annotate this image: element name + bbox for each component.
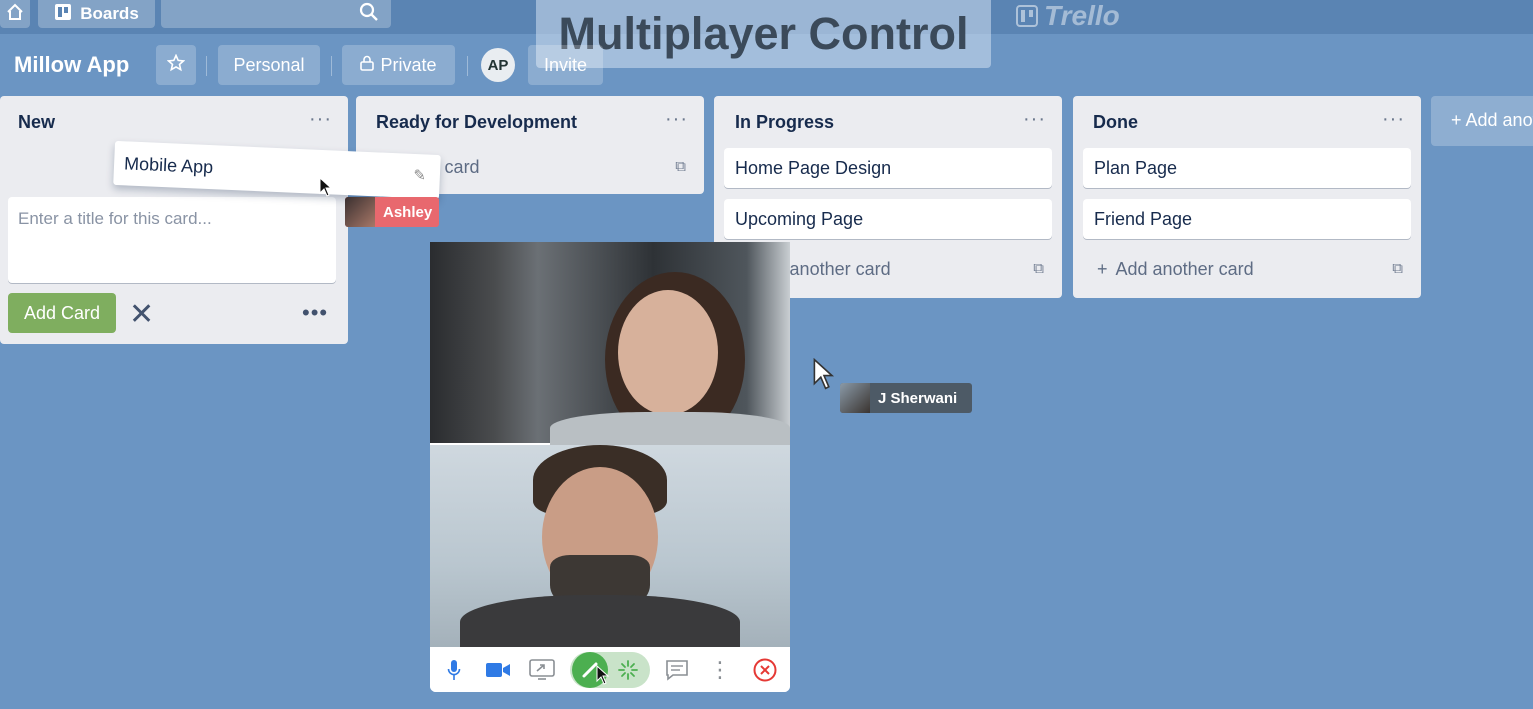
boards-label: Boards: [80, 4, 139, 23]
collaborator-name: Ashley: [383, 203, 433, 221]
list-title: Done: [1093, 112, 1138, 132]
collaborator-avatar: [345, 197, 375, 227]
chat-icon[interactable]: [664, 655, 690, 685]
private-button[interactable]: Private: [342, 45, 455, 85]
more-options-icon[interactable]: •••: [302, 300, 328, 326]
collaborator-name: J Sherwani: [878, 389, 958, 407]
collaborator-tag-j-sherwani: J Sherwani: [840, 383, 972, 413]
card-template-icon[interactable]: ⧉: [1392, 260, 1403, 277]
video-feed-participant-2: [430, 445, 790, 655]
header-divider: [331, 56, 332, 76]
video-call-panel: ⋮: [430, 242, 790, 692]
search-icon: [359, 2, 379, 27]
end-call-icon[interactable]: [752, 655, 778, 685]
add-card-link[interactable]: + Add another card: [1097, 254, 1407, 284]
list-menu-icon[interactable]: ···: [1023, 108, 1046, 131]
call-controls: ⋮: [430, 647, 790, 692]
list-menu-icon[interactable]: ···: [1382, 108, 1405, 131]
add-card-label: Add another card: [1115, 258, 1254, 279]
card-title-input[interactable]: Enter a title for this card...: [8, 197, 336, 283]
header-divider: [467, 56, 468, 76]
participant-shoulders: [460, 595, 740, 655]
boards-icon: [54, 3, 72, 26]
dragging-card-title: Mobile App: [123, 152, 214, 177]
card-template-icon[interactable]: ⧉: [675, 158, 686, 175]
card[interactable]: Friend Page: [1083, 199, 1411, 239]
close-icon[interactable]: ✕: [129, 297, 154, 332]
mouse-cursor: [596, 664, 610, 690]
list-menu-icon[interactable]: ···: [665, 108, 688, 131]
list-title: Ready for Development: [376, 112, 578, 132]
list-done: Done ··· Plan Page Friend Page + Add ano…: [1073, 96, 1421, 298]
star-board-button[interactable]: [156, 45, 196, 85]
video-feed-participant-1: [430, 242, 790, 452]
lock-icon: [360, 55, 375, 76]
personal-button[interactable]: Personal: [218, 45, 320, 85]
invite-button[interactable]: Invite: [528, 45, 603, 85]
add-list-button[interactable]: + Add another list: [1431, 96, 1533, 146]
star-icon: [166, 53, 186, 77]
card[interactable]: Upcoming Page: [724, 199, 1052, 239]
card[interactable]: Home Page Design: [724, 148, 1052, 188]
camera-icon[interactable]: [484, 655, 512, 685]
board-title[interactable]: Millow App: [14, 52, 129, 78]
collaborator-tag-ashley: Ashley: [345, 197, 439, 227]
laser-pointer-icon[interactable]: [616, 655, 640, 685]
plus-icon: +: [1097, 258, 1108, 279]
trello-logo: Trello: [1016, 0, 1120, 32]
home-icon: [6, 3, 24, 26]
add-list-label: + Add another list: [1451, 110, 1533, 130]
card-template-icon[interactable]: ⧉: [1033, 260, 1044, 277]
list-menu-icon[interactable]: ···: [309, 108, 332, 131]
list-title: New: [18, 112, 56, 132]
home-button[interactable]: [0, 0, 30, 28]
participant-face: [618, 290, 718, 415]
trello-wordmark: Trello: [1044, 0, 1120, 31]
list-title: In Progress: [735, 112, 835, 132]
board-header: Millow App Personal Private AP Invite: [0, 44, 700, 86]
header-divider: [206, 56, 207, 76]
more-vertical-icon[interactable]: ⋮: [709, 655, 731, 685]
add-card-button[interactable]: Add Card: [8, 293, 116, 333]
collaborator-avatar: [840, 383, 870, 413]
edit-pencil-icon[interactable]: ✎: [413, 166, 426, 185]
screen-share-icon[interactable]: [528, 655, 556, 685]
search-input[interactable]: [161, 0, 391, 28]
card[interactable]: Plan Page: [1083, 148, 1411, 188]
boards-button[interactable]: Boards: [38, 0, 155, 28]
microphone-icon[interactable]: [442, 655, 466, 685]
private-label: Private: [380, 54, 437, 75]
avatar[interactable]: AP: [481, 48, 515, 82]
